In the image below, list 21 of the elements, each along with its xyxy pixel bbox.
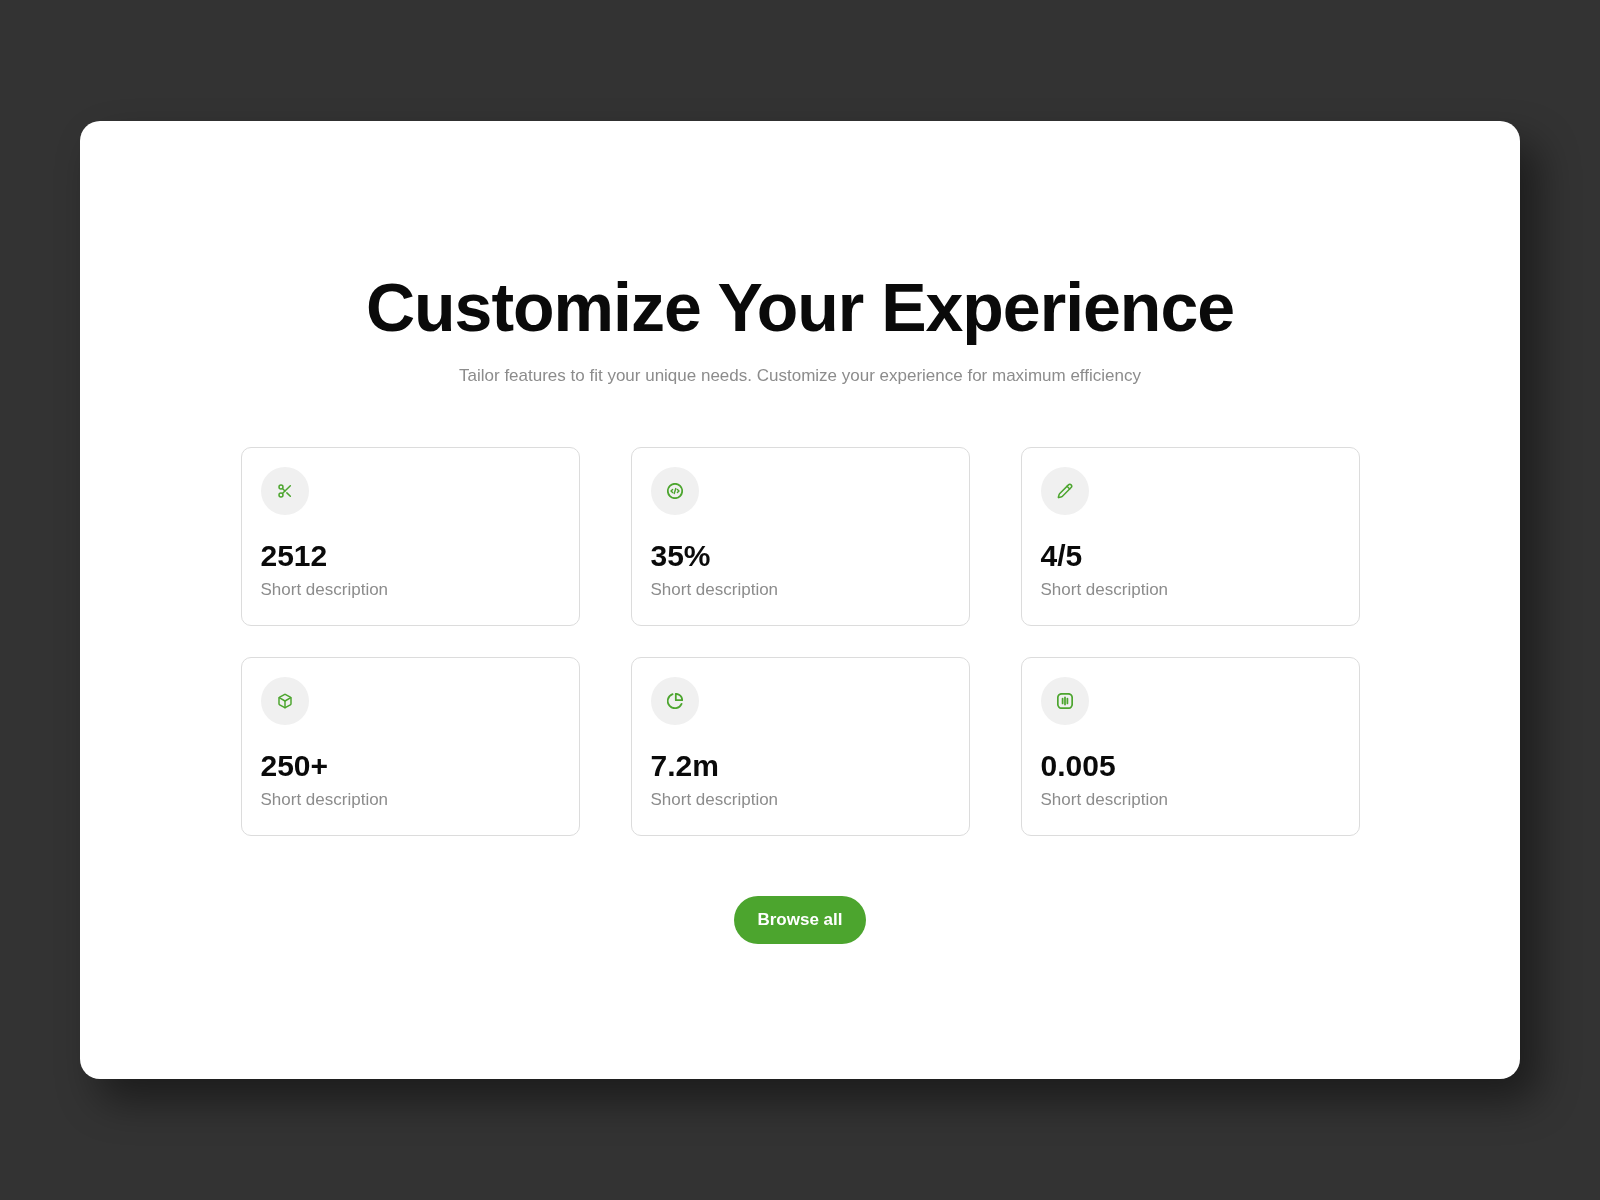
- stat-value: 2512: [260, 539, 328, 573]
- stat-description: Short description: [1040, 789, 1169, 811]
- stat-description: Short description: [260, 789, 389, 811]
- pencil-icon: [1040, 467, 1089, 515]
- scissors-icon: [260, 467, 309, 515]
- browse-all-button[interactable]: Browse all: [734, 896, 866, 944]
- box-icon: [260, 677, 309, 725]
- stat-value: 35%: [650, 539, 711, 573]
- page-title: Customize Your Experience: [365, 268, 1235, 346]
- stat-description: Short description: [650, 789, 779, 811]
- audio-bars-icon: [1040, 677, 1089, 725]
- stat-value: 4/5: [1040, 539, 1083, 573]
- pie-chart-icon: [650, 677, 699, 725]
- stat-value: 250+: [260, 749, 329, 783]
- stat-value: 0.005: [1040, 749, 1116, 783]
- stat-value: 7.2m: [650, 749, 719, 783]
- stat-description: Short description: [650, 579, 779, 601]
- stat-description: Short description: [260, 579, 389, 601]
- page-subtitle: Tailor features to fit your unique needs. Customize your experience for maximum efficiency: [459, 365, 1141, 387]
- code-icon: [650, 467, 699, 515]
- stat-description: Short description: [1040, 579, 1169, 601]
